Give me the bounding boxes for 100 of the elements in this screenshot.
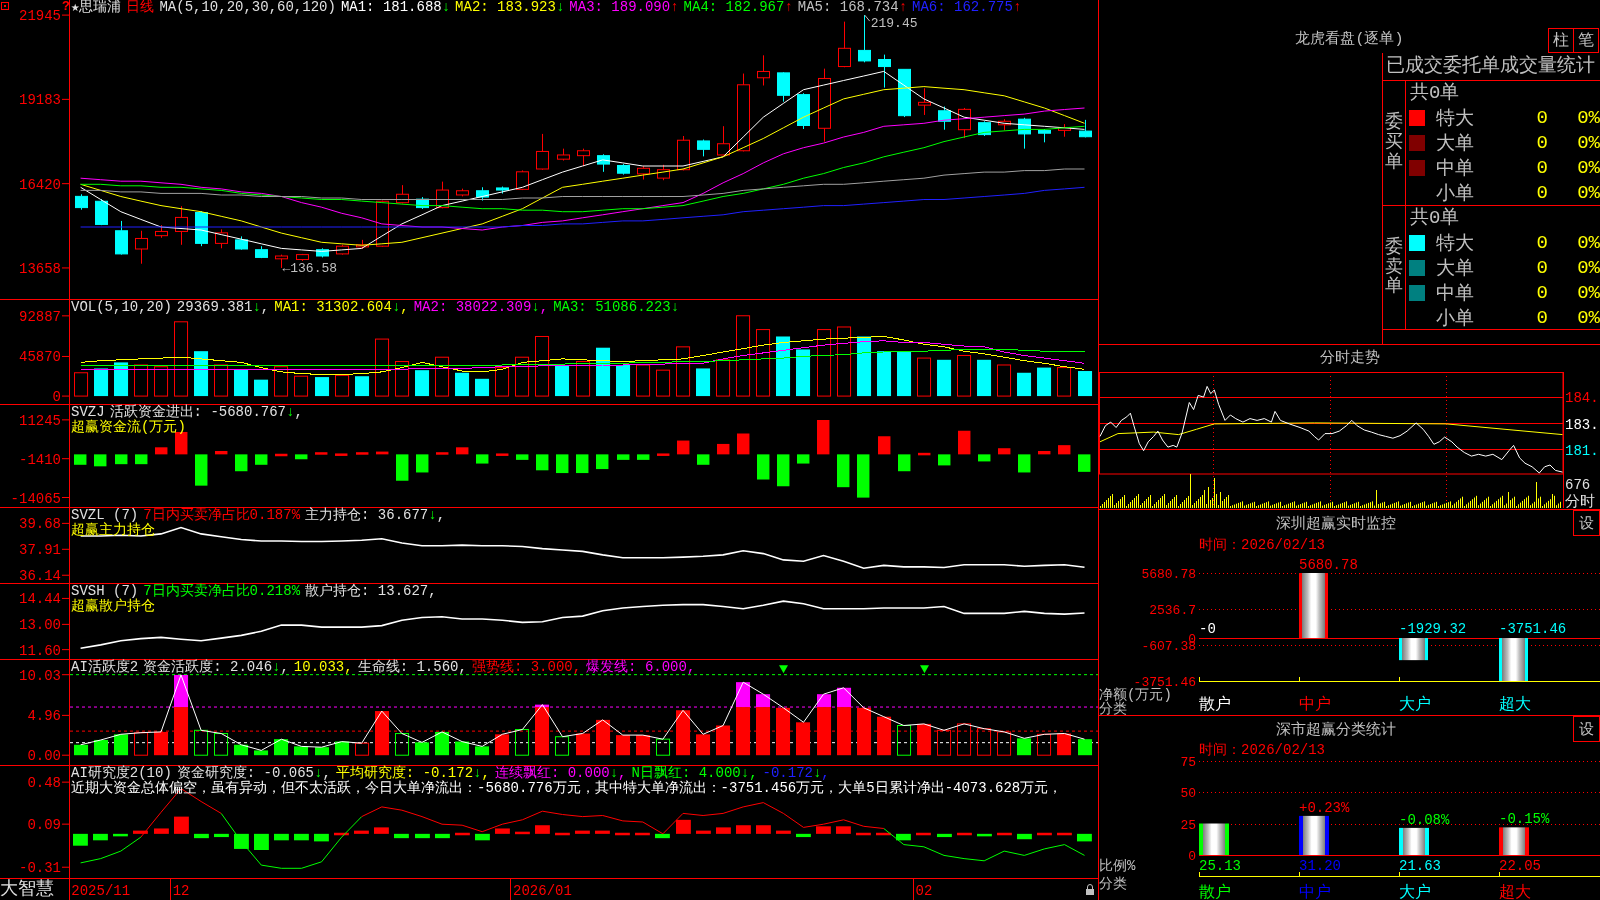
y-axis-label: 0.09 xyxy=(27,817,61,834)
legend-text: 7日内买卖净占比0.218% xyxy=(143,584,301,599)
legend-text: 连续飘红: 0.000↓, xyxy=(494,766,627,781)
legend-text: SVZJ xyxy=(71,405,105,420)
candlestick xyxy=(135,230,148,265)
candlestick xyxy=(1058,123,1071,138)
candlestick xyxy=(557,148,570,162)
net-flow-bar xyxy=(1399,638,1428,661)
candlestick xyxy=(838,21,851,68)
date-axis-label: 02 xyxy=(915,883,933,899)
y-axis-label: 21945 xyxy=(19,8,61,25)
candlestick xyxy=(516,169,529,191)
order-share: 0% xyxy=(1576,307,1600,329)
y-axis-label: 16420 xyxy=(19,176,61,193)
x-axis-title: 分类 xyxy=(1099,876,1127,892)
y-axis-label: 0 xyxy=(1188,849,1196,864)
candlestick xyxy=(175,205,188,246)
lock-icon[interactable] xyxy=(1086,884,1094,895)
candlestick xyxy=(95,198,108,226)
bar-value-label: 22.05 xyxy=(1499,858,1541,874)
view-toggle-button[interactable]: 柱 xyxy=(1548,28,1574,53)
settings-button[interactable]: 设 xyxy=(1573,510,1600,536)
y-axis-label: 50 xyxy=(1180,786,1196,802)
legend-text: 爆发线: 6.000, xyxy=(586,660,696,675)
order-share: 0% xyxy=(1576,182,1600,204)
category-label: 散户 xyxy=(1199,696,1231,714)
y-axis-label: -1410 xyxy=(19,451,61,468)
question-mark-button[interactable]: ? xyxy=(62,0,70,13)
candlestick xyxy=(235,235,248,251)
y-axis-label: -0.31 xyxy=(19,860,61,877)
legend-text: MA3: 189.090↑ xyxy=(569,0,679,15)
net-flow-bar xyxy=(1299,573,1328,639)
y-axis-label: 13658 xyxy=(19,260,61,277)
group-label: 委买单 xyxy=(1385,113,1403,173)
group-label: 委卖单 xyxy=(1385,237,1403,298)
legend-text: 散户持仓: 13.627, xyxy=(305,584,437,599)
share-bar xyxy=(1399,827,1429,855)
legend-text: 7日内买卖净占比0.187% xyxy=(143,508,301,523)
settings-button[interactable]: 设 xyxy=(1573,716,1600,742)
timestamp-text: 时间：2026/02/13 xyxy=(1199,537,1325,553)
candlestick xyxy=(597,153,610,173)
legend-text: SVZL (7) xyxy=(71,508,139,523)
legend-text: ★思瑞浦 xyxy=(71,0,122,15)
candlestick xyxy=(697,139,710,157)
y-axis-label: 14.44 xyxy=(19,591,61,608)
legend-text: SVSH (7) xyxy=(71,584,139,599)
bar-value-label: -1929.32 xyxy=(1399,621,1467,638)
order-size-label: 中单 xyxy=(1436,282,1475,306)
category-label: 超大 xyxy=(1499,884,1531,900)
candlestick xyxy=(677,135,690,171)
bar-value-label: -0 xyxy=(1199,621,1216,638)
candlestick xyxy=(456,188,469,197)
candlestick xyxy=(255,245,268,259)
square-icon[interactable] xyxy=(1,2,9,10)
category-label: 大户 xyxy=(1399,696,1431,714)
panel-title: 深市超赢分类统计 xyxy=(1276,720,1396,739)
y-axis-title: 比例% xyxy=(1099,858,1136,874)
candlestick xyxy=(1018,117,1031,150)
legend-text: 10.033, xyxy=(293,660,353,675)
y-axis-label: 75 xyxy=(1180,755,1196,770)
y-axis-label: 4.96 xyxy=(27,708,61,725)
candlestick xyxy=(617,163,630,176)
order-size-label: 大单 xyxy=(1436,132,1475,156)
x-axis-title: 分类 xyxy=(1099,701,1127,715)
legend-text: MA5: 168.734↑ xyxy=(797,0,908,15)
candlestick xyxy=(717,125,730,157)
legend-text: MA1: 181.688↓ xyxy=(340,0,451,15)
price-annotation: ←136.58 xyxy=(282,260,338,276)
legend-text: MA2: 183.923↓ xyxy=(455,0,565,15)
category-label: 中户 xyxy=(1299,884,1331,900)
legend-text: MA(5,10,20,30,60,120) xyxy=(159,0,336,15)
order-size-label: 中单 xyxy=(1436,157,1475,181)
view-toggle-button[interactable]: 笔 xyxy=(1573,28,1599,53)
order-size-label: 大单 xyxy=(1436,257,1475,281)
order-share: 0% xyxy=(1576,257,1600,279)
time-unit-label: 分时 xyxy=(1565,494,1595,509)
order-count: 0 xyxy=(1536,307,1548,329)
order-size-label: 小单 xyxy=(1436,182,1475,206)
candlestick xyxy=(215,228,228,249)
candlestick xyxy=(858,14,871,63)
category-label: 中户 xyxy=(1299,696,1331,714)
legend-text: 资金研究度: -0.065↓, xyxy=(176,766,331,781)
legend-text: MA2: 38022.309↓, xyxy=(413,300,549,315)
legend-text: 近期大资金总体偏空，虽有异动，但不太活跃，今日大单净流出：-5680.776万元，其中特大单净流出：-3751.456万元，大单5日累计净出-4073.628万元， xyxy=(71,781,1063,796)
legend-text: AI活跃度2 xyxy=(71,660,139,675)
y-axis-label: -14065 xyxy=(10,490,61,507)
category-label: 大户 xyxy=(1399,884,1431,900)
legend-text: 生命线: 1.560, xyxy=(357,660,467,675)
candlestick xyxy=(938,106,951,131)
y-axis-label: 0 xyxy=(52,389,61,404)
y-axis-label: 0.48 xyxy=(27,775,61,792)
legend-text: MA4: 182.967↑ xyxy=(683,0,793,15)
y-axis-label: 25 xyxy=(1180,817,1196,833)
legend-text: -0.172↓, xyxy=(762,766,830,781)
legend-text: VOL(5,10,20) xyxy=(71,300,172,315)
legend-text: AI研究度2(10) xyxy=(71,766,172,781)
legend-text: 超赢主力持仓 xyxy=(71,523,155,538)
bar-value-label: 31.20 xyxy=(1299,858,1341,874)
price-axis-label: 183. xyxy=(1565,416,1599,433)
order-count: 0 xyxy=(1536,257,1548,279)
